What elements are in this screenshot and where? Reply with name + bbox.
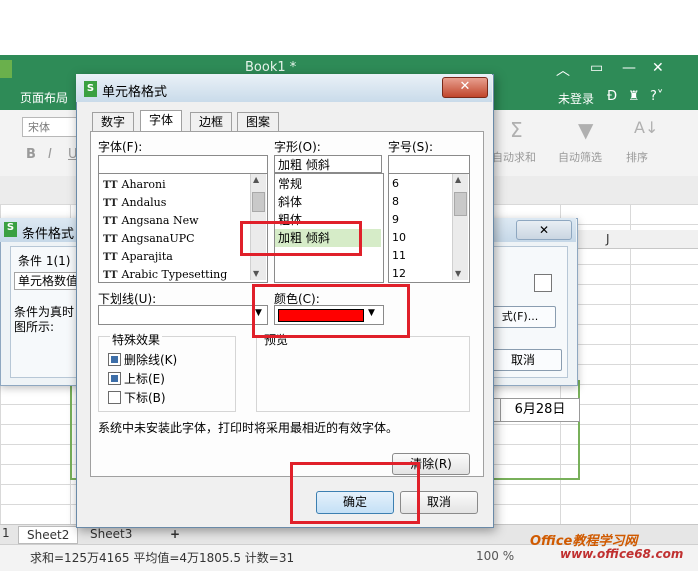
cond-dialog-title: 条件格式	[22, 227, 75, 242]
column-header-j[interactable]: J	[606, 232, 610, 246]
font-style-label: 字形(O):	[274, 140, 321, 154]
sheet-tab-sheet2[interactable]: Sheet2	[18, 526, 79, 544]
shirt-icon[interactable]: ♜	[628, 89, 640, 104]
scroll-down-icon[interactable]: ▼	[253, 269, 259, 278]
scrollbar-thumb[interactable]	[454, 192, 467, 216]
restore-icon[interactable]: ▭	[590, 60, 603, 76]
wps-app-icon[interactable]	[0, 60, 12, 78]
collapse-icon[interactable]: ︿	[556, 60, 570, 80]
sheet-nav[interactable]: 1	[2, 526, 10, 540]
truetype-icon: TT	[103, 180, 118, 191]
italic-button[interactable]: I	[48, 147, 52, 162]
status-summary: 求和=125万4165 平均值=4万1805.5 计数=31	[30, 551, 295, 565]
list-item[interactable]: TT Arabic Typesetting	[103, 266, 228, 282]
autofilter-button[interactable]: 自动筛选	[558, 149, 602, 165]
font-item-label: Aharoni	[121, 178, 166, 191]
sort-button[interactable]: 排序	[626, 149, 648, 165]
font-item-label: Andalus	[121, 196, 167, 209]
highlight-box-style	[240, 221, 362, 256]
tab-border[interactable]: 边框	[190, 112, 233, 132]
strikethrough-checkbox[interactable]	[108, 353, 121, 366]
range-picker-icon[interactable]	[534, 274, 552, 292]
truetype-icon: TT	[103, 234, 118, 245]
tab-pattern[interactable]: 图案	[237, 112, 280, 132]
cond-format-button[interactable]: 式(F)...	[484, 306, 556, 328]
list-item[interactable]: TT Andalus	[103, 194, 166, 212]
close-icon[interactable]: ✕	[652, 60, 664, 76]
font-notice-text: 系统中未安装此字体，打印时将采用最相近的有效字体。	[98, 421, 399, 435]
cond-description-line2: 图所示:	[14, 320, 55, 334]
truetype-icon: TT	[103, 198, 118, 209]
size-list-scrollbar[interactable]	[452, 174, 468, 280]
add-sheet-button[interactable]: +	[162, 526, 188, 542]
list-item[interactable]: 11	[392, 247, 406, 265]
menu-page-layout[interactable]: 页面布局	[20, 89, 68, 106]
superscript-checkbox[interactable]	[108, 372, 121, 385]
underline-select[interactable]	[98, 305, 268, 325]
truetype-icon: TT	[103, 216, 118, 227]
list-item[interactable]: 10	[392, 229, 406, 247]
strikethrough-label[interactable]: 删除线(K)	[124, 351, 177, 368]
login-status[interactable]: 未登录	[558, 90, 594, 107]
filter-icon[interactable]: ▼	[578, 118, 593, 142]
font-input[interactable]	[98, 155, 268, 175]
condition-type-select[interactable]: 单元格数值	[14, 272, 80, 290]
scroll-down-icon[interactable]: ▼	[455, 269, 461, 278]
list-item[interactable]: TT AngsanaUPC	[103, 230, 195, 248]
scroll-up-icon[interactable]: ▲	[455, 175, 461, 184]
bold-button[interactable]: B	[26, 147, 36, 162]
sheet-tab-sheet3[interactable]: Sheet3	[82, 526, 140, 542]
scrollbar-thumb[interactable]	[252, 192, 265, 212]
font-label: 字体(F):	[98, 140, 143, 154]
list-item[interactable]: 9	[392, 211, 399, 229]
cond-close-button[interactable]: ✕	[516, 220, 572, 240]
watermark-url: www.office68.com	[560, 547, 684, 561]
font-item-label: Aparajita	[121, 250, 173, 263]
font-name-box[interactable]: 宋体	[22, 117, 78, 137]
help-icon[interactable]: ?˅	[650, 89, 663, 104]
list-item[interactable]: 斜体	[278, 193, 302, 211]
highlight-box-color	[252, 284, 410, 338]
subscript-label[interactable]: 下标(B)	[124, 389, 166, 406]
list-item[interactable]: TT Aharoni	[103, 176, 166, 194]
dialog-close-button[interactable]: ✕	[442, 77, 488, 98]
font-size-input[interactable]	[388, 155, 470, 175]
wps-dialog-icon: S	[4, 222, 17, 237]
cond-cancel-button[interactable]: 取消	[484, 349, 562, 371]
effects-label: 特殊效果	[110, 331, 163, 348]
list-item[interactable]: 6	[392, 175, 399, 193]
font-item-label: Arabic Typesetting	[121, 268, 228, 281]
truetype-icon: TT	[103, 270, 118, 281]
font-style-input[interactable]: 加粗 倾斜	[274, 155, 382, 173]
list-item[interactable]: 8	[392, 193, 399, 211]
list-item[interactable]: 常规	[278, 175, 302, 193]
list-item[interactable]: TT Aparajita	[103, 248, 173, 266]
dialog-title: 单元格格式	[102, 85, 168, 100]
list-item[interactable]: TT Angsana New	[103, 212, 199, 230]
skin-icon[interactable]: Ð	[607, 89, 617, 104]
zoom-level[interactable]: 100 %	[476, 549, 514, 563]
subscript-checkbox[interactable]	[108, 391, 121, 404]
autosum-button[interactable]: 自动求和	[492, 149, 536, 165]
table-cell-date[interactable]: 6月28日	[500, 398, 580, 422]
scroll-up-icon[interactable]: ▲	[253, 175, 259, 184]
condition-label: 条件 1(1)	[18, 254, 71, 268]
app-window-title: Book1 *	[245, 60, 297, 75]
list-item[interactable]: 12	[392, 265, 406, 283]
font-item-label: Angsana New	[121, 214, 199, 227]
sort-icon[interactable]: A↓	[634, 118, 658, 137]
superscript-label[interactable]: 上标(E)	[124, 370, 165, 387]
tab-font[interactable]: 字体	[140, 110, 183, 132]
tab-number[interactable]: 数字	[92, 112, 135, 132]
font-item-label: AngsanaUPC	[121, 232, 195, 245]
autosum-icon[interactable]: Σ	[510, 118, 523, 142]
wps-dialog-icon: S	[84, 81, 97, 97]
font-size-label: 字号(S):	[388, 140, 434, 154]
minimize-icon[interactable]: —	[622, 60, 636, 76]
highlight-box-ok	[290, 462, 420, 524]
truetype-icon: TT	[103, 252, 118, 263]
